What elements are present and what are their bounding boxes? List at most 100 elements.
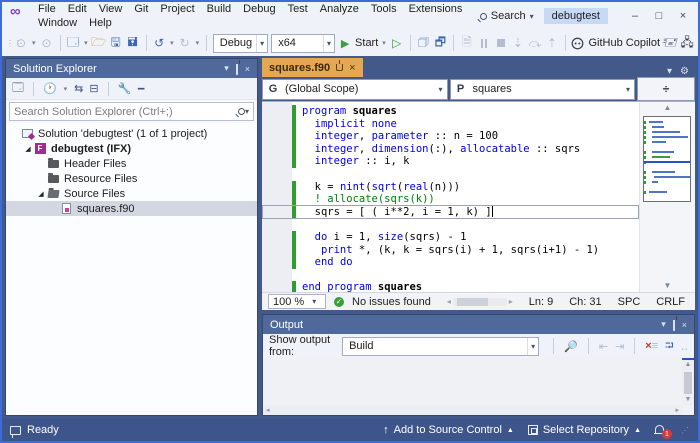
menu-view[interactable]: View (93, 2, 129, 16)
switch-views-icon[interactable]: 🗔 (12, 79, 24, 98)
window-position-icon[interactable]: ▾ (224, 63, 229, 74)
scroll-left-icon[interactable]: ◂ (266, 406, 270, 414)
pin-icon[interactable] (336, 64, 343, 71)
tree-item-debugtest-ifx-[interactable]: ◢Fdebugtest (IFX) (6, 141, 257, 156)
code-line-2[interactable]: implicit none (262, 118, 639, 131)
code-line-4[interactable]: integer, dimension(:), allocatable :: sq… (262, 143, 639, 156)
menu-edit[interactable]: Edit (62, 2, 93, 16)
tab-squares-f90[interactable]: squares.f90 × (262, 58, 363, 77)
tree-item-solution-debugtest-1-of-1-project-[interactable]: Solution 'debugtest' (1 of 1 project) (6, 126, 257, 141)
select-repository-button[interactable]: Select Repository ▲ (528, 424, 641, 436)
previous-message-icon[interactable]: ⇤ (599, 340, 608, 353)
step-over-button[interactable]: ⤼ (528, 33, 542, 53)
redo-dropdown-icon[interactable]: ▾ (195, 39, 201, 47)
menu-extensions[interactable]: Extensions (403, 2, 469, 16)
notifications-bell-button[interactable]: 1 (655, 424, 667, 436)
scroll-right-icon[interactable]: ▸ (675, 406, 679, 414)
code-line-14[interactable] (262, 269, 639, 282)
member-dropdown[interactable]: P squares ▾ (450, 79, 636, 100)
undo-button[interactable]: ↺ (152, 33, 166, 53)
save-all-button[interactable]: 🖬 (126, 33, 140, 53)
tree-item-header-files[interactable]: Header Files (6, 156, 257, 171)
code-line-13[interactable]: end do (262, 256, 639, 269)
code-line-3[interactable]: integer, parameter :: n = 100 (262, 130, 639, 143)
scroll-left-icon[interactable]: ◂ (447, 297, 451, 306)
menu-test[interactable]: Test (282, 2, 314, 16)
scroll-up-icon[interactable]: ▲ (640, 102, 695, 114)
start-dropdown-icon[interactable]: ▾ (381, 39, 387, 47)
code-line-7[interactable]: k = nint(sqrt(real(n))) (262, 181, 639, 194)
attach-process-button[interactable]: 🗗 (433, 33, 447, 53)
toolbar-grip[interactable]: ⋮⋮ (6, 42, 11, 45)
open-folder-button[interactable]: 🗁 (92, 33, 106, 53)
split-editor-handle[interactable]: ÷ (637, 77, 695, 101)
menu-tools[interactable]: Tools (365, 2, 403, 16)
add-to-source-control-button[interactable]: ↑ Add to Source Control ▲ (383, 424, 514, 436)
minimize-button[interactable]: – (624, 6, 646, 26)
solution-platform-dropdown[interactable]: x64 ▾ (271, 34, 335, 53)
editor-horizontal-scrollbar[interactable]: ◂ ▸ (439, 297, 521, 306)
solution-explorer-titlebar[interactable]: Solution Explorer ▾ × (6, 59, 257, 78)
pin-icon[interactable] (673, 320, 675, 330)
resize-grip[interactable]: ⋰ (681, 426, 690, 435)
scroll-up-icon[interactable]: ▲ (685, 360, 692, 370)
minimap-document[interactable] (643, 116, 691, 202)
github-copilot-button[interactable]: GitHub Copilot (571, 37, 660, 50)
expand-arrow-icon[interactable]: ◢ (23, 145, 33, 153)
close-icon[interactable]: × (682, 320, 687, 330)
redo-button[interactable]: ↻ (178, 33, 192, 53)
stop-debugging-button[interactable] (494, 33, 508, 53)
maximize-button[interactable]: □ (648, 6, 670, 26)
step-into-button[interactable]: ⇣ (511, 33, 525, 53)
menu-debug[interactable]: Debug (237, 2, 281, 16)
share-button[interactable]: 🖅 (663, 33, 677, 53)
pin-icon[interactable] (236, 64, 238, 74)
scroll-right-icon[interactable]: ▸ (509, 297, 513, 306)
navigate-back-button[interactable]: ⊙ (14, 33, 28, 53)
output-titlebar[interactable]: Output ▾ × (263, 315, 694, 334)
tree-item-resource-files[interactable]: Resource Files (6, 171, 257, 186)
solution-configuration-dropdown[interactable]: Debug ▾ (213, 34, 268, 53)
find-message-icon[interactable]: 🔎 (564, 340, 578, 353)
start-without-debugging-button[interactable]: ▷ (390, 33, 404, 53)
expand-arrow-icon[interactable]: ◢ (36, 190, 46, 198)
scroll-down-icon[interactable]: ▼ (685, 395, 692, 405)
menu-project[interactable]: Project (154, 2, 200, 16)
step-out-button[interactable]: ⇡ (545, 33, 559, 53)
code-line-9[interactable]: sqrs = [ ( i**2, i = 1, k) ] (262, 206, 639, 219)
close-icon[interactable]: × (245, 64, 250, 74)
code-line-12[interactable]: print *, (k, k = sqrs(i) + 1, sqrs(i+1) … (262, 244, 639, 257)
tab-list-chevron-icon[interactable]: ▾ (667, 66, 672, 77)
toggle-word-wrap-icon[interactable]: ⮒ (665, 337, 674, 356)
output-content[interactable]: ▲ ▼ ◂ ▸ (263, 358, 694, 415)
pending-changes-filter-icon[interactable]: 🕐 (43, 82, 57, 95)
start-button-label[interactable]: Start (355, 37, 378, 49)
output-horizontal-scrollbar[interactable]: ◂ ▸ (263, 405, 682, 415)
menu-build[interactable]: Build (201, 2, 237, 16)
clear-all-icon[interactable]: ×≡ (645, 340, 658, 352)
output-source-dropdown[interactable]: Build ▾ (342, 337, 539, 356)
output-vertical-scrollbar[interactable]: ▲ ▼ (682, 358, 694, 405)
save-button[interactable]: 🖫 (109, 33, 123, 53)
properties-wrench-icon[interactable]: 🔧 (118, 82, 132, 95)
editor-options-gear-icon[interactable]: ⚙ (680, 66, 689, 77)
back-dropdown-icon[interactable]: ▾ (31, 39, 37, 47)
next-message-icon[interactable]: ⇥ (615, 340, 624, 353)
code-line-1[interactable]: program squares (262, 105, 639, 118)
scrollbar-thumb[interactable] (684, 372, 692, 394)
menu-window[interactable]: Window (32, 16, 83, 30)
tree-item-source-files[interactable]: ◢Source Files (6, 186, 257, 201)
solution-explorer-search-input[interactable]: Search Solution Explorer (Ctrl+;) ▾ (9, 102, 254, 121)
preview-selected-items-icon[interactable]: 🗕 (137, 79, 145, 98)
toolbar-overflow-icon[interactable]: ‥ (681, 340, 688, 353)
scroll-down-icon[interactable]: ▼ (640, 280, 695, 292)
new-dropdown-icon[interactable]: ▾ (83, 39, 89, 47)
code-line-5[interactable]: integer :: i, k (262, 155, 639, 168)
code-line-6[interactable] (262, 168, 639, 181)
code-editor[interactable]: program squares implicit none integer, p… (262, 101, 695, 292)
close-button[interactable]: × (672, 6, 694, 26)
line-ending-indicator[interactable]: CRLF (656, 296, 685, 308)
undo-dropdown-icon[interactable]: ▾ (169, 39, 175, 47)
close-tab-icon[interactable]: × (349, 62, 355, 74)
menu-help[interactable]: Help (83, 16, 118, 30)
